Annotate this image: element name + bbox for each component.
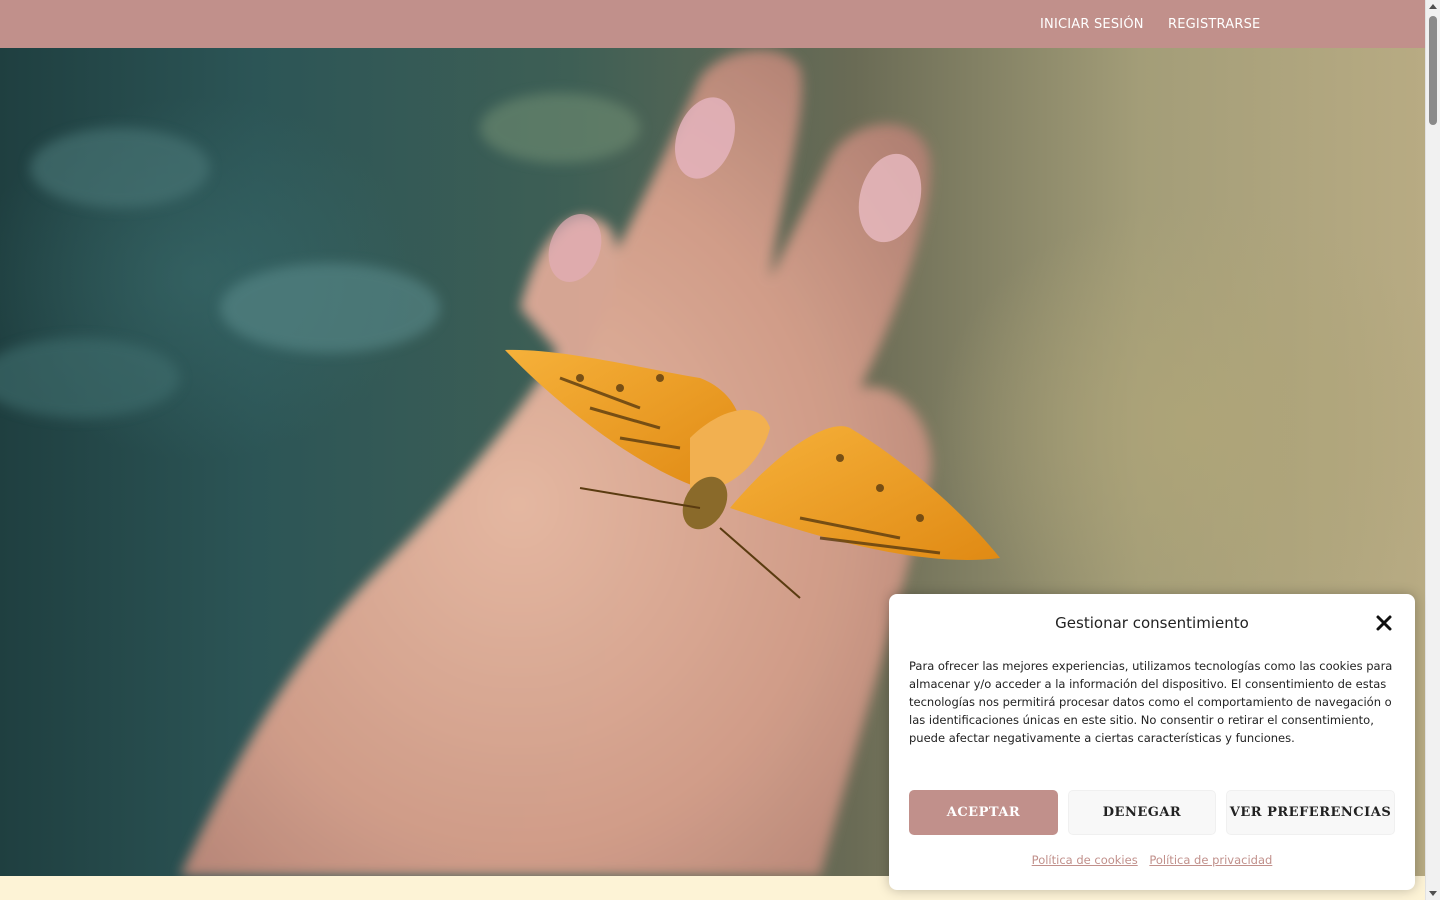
- cookie-consent-dialog: Gestionar consentimiento Para ofrecer la…: [889, 594, 1415, 890]
- scrollbar-thumb[interactable]: [1429, 16, 1437, 125]
- scroll-down-icon[interactable]: [1429, 891, 1437, 896]
- view-preferences-button[interactable]: VER PREFERENCIAS: [1226, 790, 1395, 835]
- scroll-up-icon[interactable]: [1429, 4, 1437, 9]
- login-link[interactable]: INICIAR SESIÓN: [1040, 17, 1144, 32]
- cookie-policy-link[interactable]: Política de cookies: [1032, 853, 1138, 867]
- consent-message: Para ofrecer las mejores experiencias, u…: [909, 659, 1393, 745]
- top-navigation-bar: INICIAR SESIÓN REGISTRARSE: [0, 0, 1425, 48]
- close-icon[interactable]: [1375, 614, 1393, 632]
- page-scrollbar[interactable]: [1425, 0, 1440, 900]
- consent-title: Gestionar consentimiento: [1055, 614, 1249, 632]
- privacy-policy-link[interactable]: Política de privacidad: [1149, 853, 1272, 867]
- accept-button[interactable]: ACEPTAR: [909, 790, 1058, 835]
- deny-button[interactable]: DENEGAR: [1068, 790, 1216, 835]
- register-link[interactable]: REGISTRARSE: [1168, 17, 1260, 32]
- consent-policy-links: Política de cookies Política de privacid…: [889, 853, 1415, 867]
